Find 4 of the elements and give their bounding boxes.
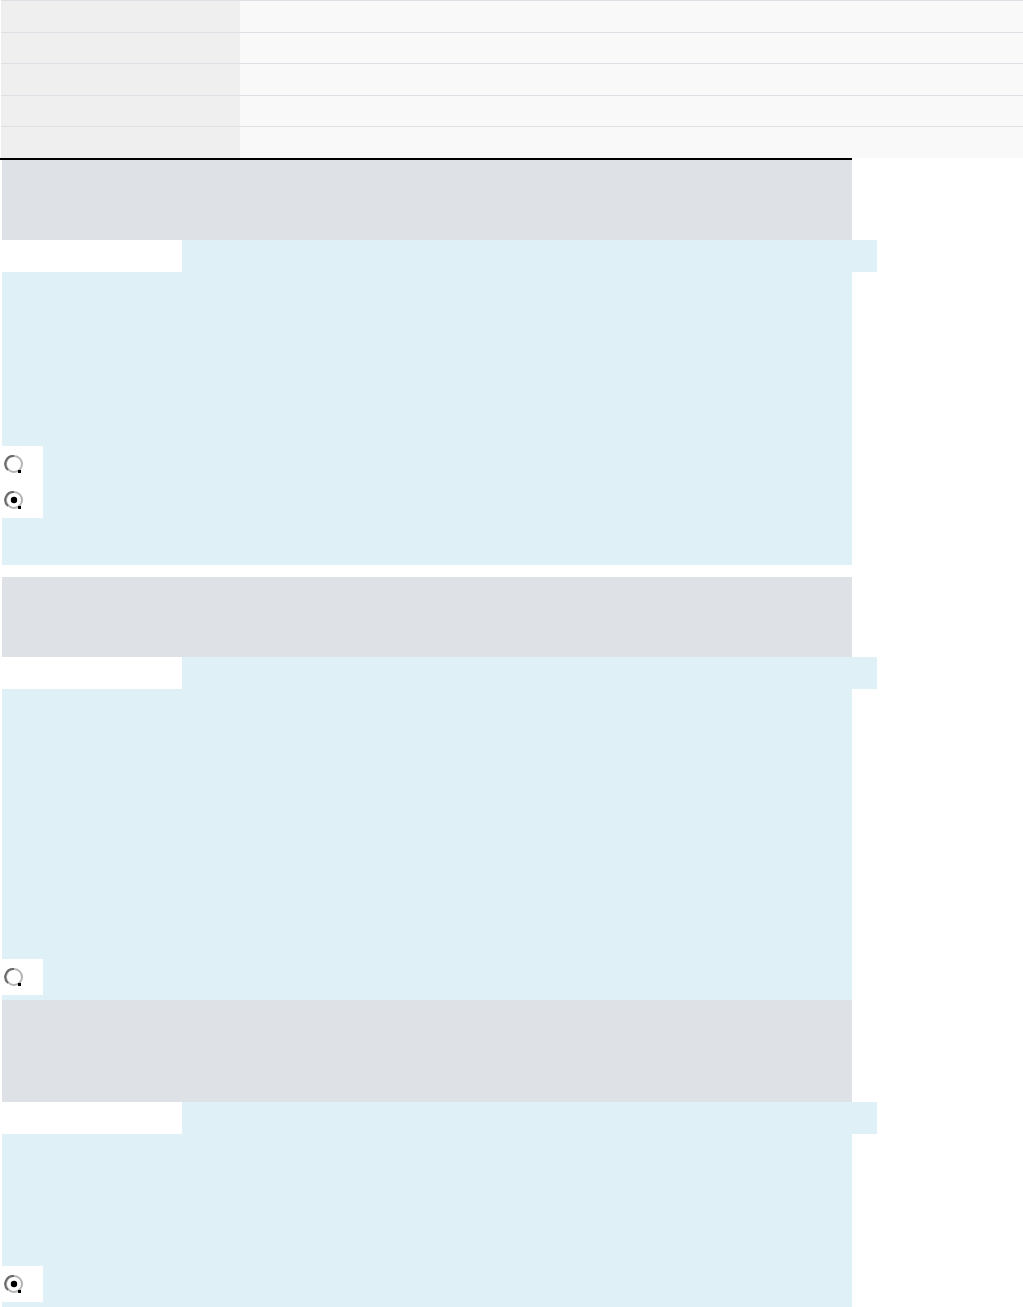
radio-button[interactable] [4,490,24,510]
radio-button[interactable] [4,1274,24,1294]
radio-button[interactable] [4,454,24,474]
radio-button[interactable] [4,967,24,987]
